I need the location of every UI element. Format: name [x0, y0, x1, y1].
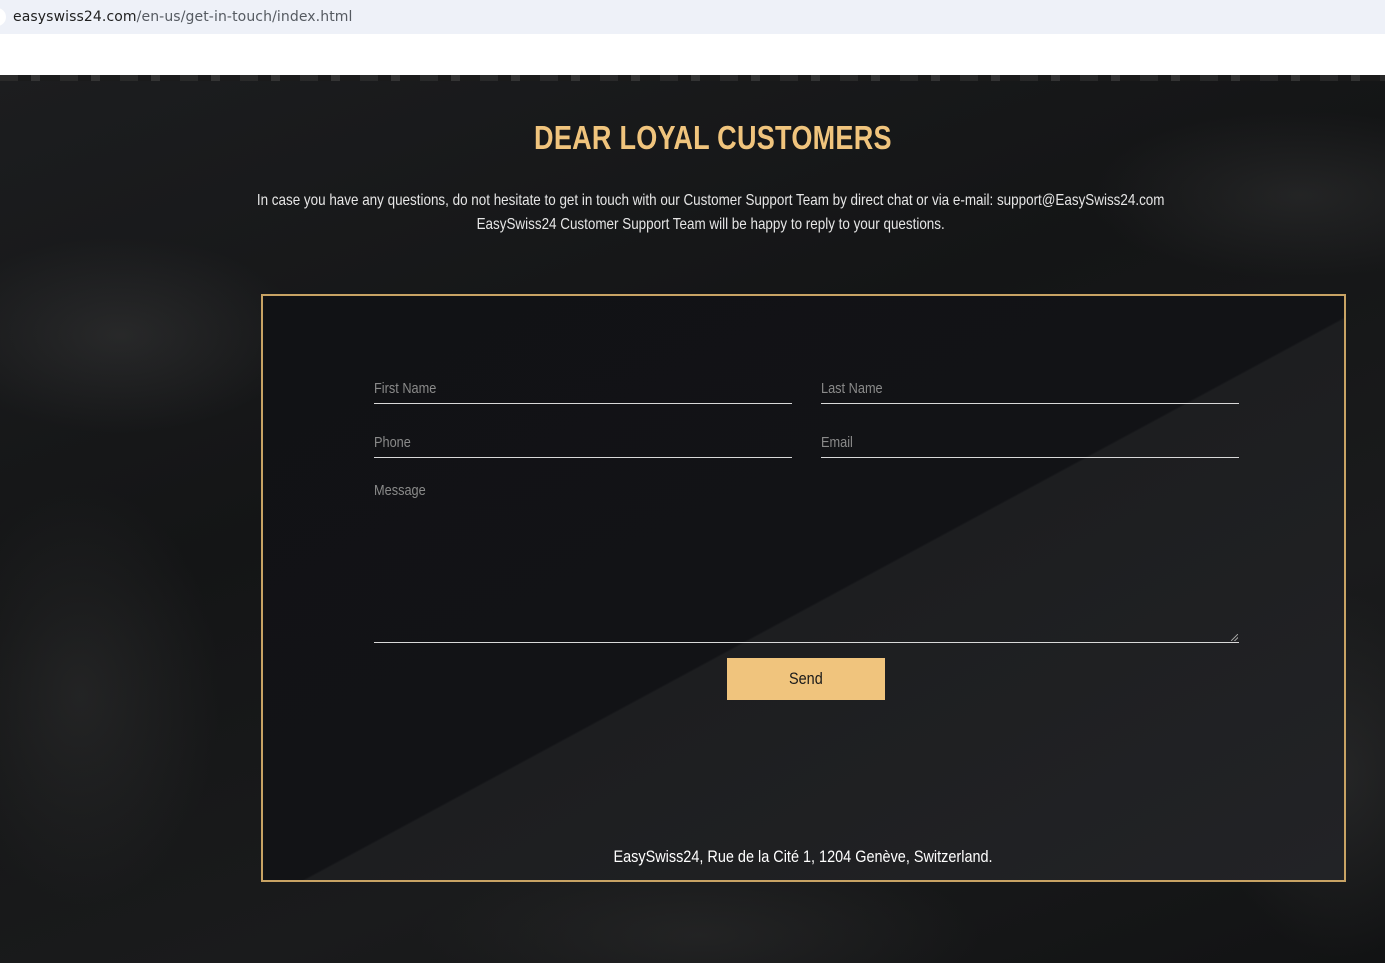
url-text[interactable]: easyswiss24.com/en-us/get-in-touch/index…: [13, 9, 353, 25]
browser-address-bar[interactable]: easyswiss24.com/en-us/get-in-touch/index…: [0, 0, 1385, 34]
email-field[interactable]: Email: [821, 428, 1239, 458]
page-title: DEAR LOYAL CUSTOMERS: [534, 119, 892, 156]
top-texture-strip: [0, 75, 1385, 81]
contact-page: DEAR LOYAL CUSTOMERS In case you have an…: [0, 75, 1385, 963]
browser-toolbar-area: [0, 34, 1385, 75]
send-button-label: Send: [789, 669, 823, 688]
last-name-placeholder: Last Name: [821, 380, 883, 397]
first-name-placeholder: First Name: [374, 380, 437, 397]
send-button[interactable]: Send: [727, 658, 885, 700]
last-name-field[interactable]: Last Name: [821, 374, 1239, 404]
company-address-text: EasySwiss24, Rue de la Cité 1, 1204 Genè…: [613, 847, 994, 866]
url-host: easyswiss24.com: [13, 9, 137, 25]
page-bottom-edge: [0, 963, 1385, 971]
intro-text-line-1: In case you have any questions, do not h…: [256, 192, 1165, 209]
site-info-icon[interactable]: [0, 8, 6, 26]
intro-text-line-2: EasySwiss24 Customer Support Team will b…: [476, 216, 945, 233]
company-address: EasySwiss24, Rue de la Cité 1, 1204 Genè…: [263, 847, 1344, 867]
phone-field[interactable]: Phone: [374, 428, 792, 458]
textarea-resize-handle[interactable]: [1231, 634, 1238, 641]
message-placeholder: Message: [374, 482, 426, 499]
first-name-field[interactable]: First Name: [374, 374, 792, 404]
url-path: /en-us/get-in-touch/index.html: [136, 9, 353, 25]
phone-placeholder: Phone: [374, 434, 411, 451]
email-placeholder: Email: [821, 434, 853, 451]
message-textarea[interactable]: Message: [374, 476, 1239, 643]
contact-form: First Name Last Name Phone Email Message…: [261, 294, 1346, 882]
